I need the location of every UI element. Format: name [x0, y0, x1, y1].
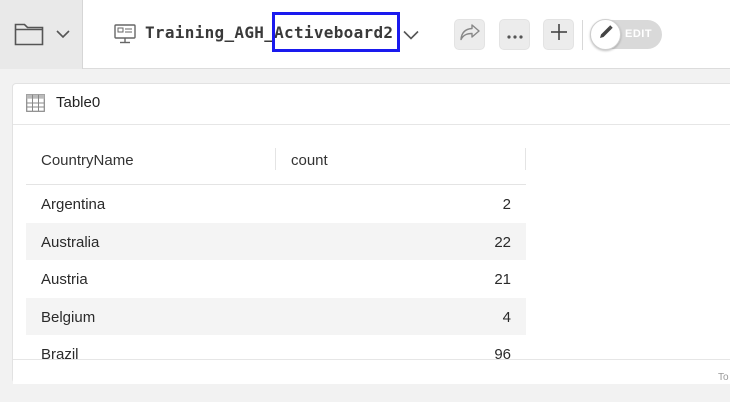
cell-count: 4	[502, 308, 511, 326]
edit-mode-toggle[interactable]: EDIT	[590, 19, 662, 50]
cell-countryname: Argentina	[41, 196, 106, 213]
column-header-count[interactable]: count	[291, 152, 328, 169]
toolbar-divider	[582, 20, 583, 50]
top-toolbar: Training_AGH_Activeboard2 EDIT	[0, 0, 730, 69]
chevron-down-icon	[56, 26, 70, 44]
folder-menu-button[interactable]	[0, 0, 83, 69]
cell-countryname: Belgium	[41, 308, 96, 326]
pencil-icon	[598, 24, 614, 45]
edit-toggle-label: EDIT	[625, 28, 653, 40]
table-widget: Table0 CountryName count Argentina 2 Aus…	[12, 83, 730, 384]
board-title[interactable]: Training_AGH_Activeboard2	[145, 23, 393, 42]
add-widget-button[interactable]	[543, 19, 574, 50]
share-icon	[459, 23, 481, 46]
table-row[interactable]: Australia 22	[26, 222, 526, 260]
column-header-countryname[interactable]: CountryName	[41, 152, 134, 169]
board-icon	[114, 24, 136, 49]
table-row[interactable]: Austria 21	[26, 260, 526, 298]
cell-countryname: Australia	[41, 233, 100, 251]
more-icon	[506, 26, 523, 44]
column-resize-handle[interactable]	[525, 148, 526, 170]
footer-text: To	[718, 372, 729, 383]
table-row[interactable]: Belgium 4	[26, 297, 526, 335]
widget-title: Table0	[56, 94, 101, 111]
share-button[interactable]	[454, 19, 485, 50]
plus-icon	[550, 23, 568, 46]
cell-count: 2	[502, 196, 511, 213]
toggle-knob	[590, 19, 621, 50]
widget-footer: To	[13, 359, 730, 384]
folder-icon	[14, 20, 44, 51]
cell-count: 22	[494, 233, 511, 251]
cell-count: 21	[494, 271, 511, 288]
widget-header: Table0	[13, 84, 730, 125]
board-menu-chevron-icon[interactable]	[403, 27, 419, 45]
table-row[interactable]: Argentina 2	[26, 185, 526, 223]
column-resize-handle[interactable]	[275, 148, 276, 170]
more-options-button[interactable]	[499, 19, 530, 50]
table-header-row: CountryName count	[26, 142, 526, 185]
cell-countryname: Austria	[41, 271, 88, 288]
table-icon	[26, 94, 45, 117]
